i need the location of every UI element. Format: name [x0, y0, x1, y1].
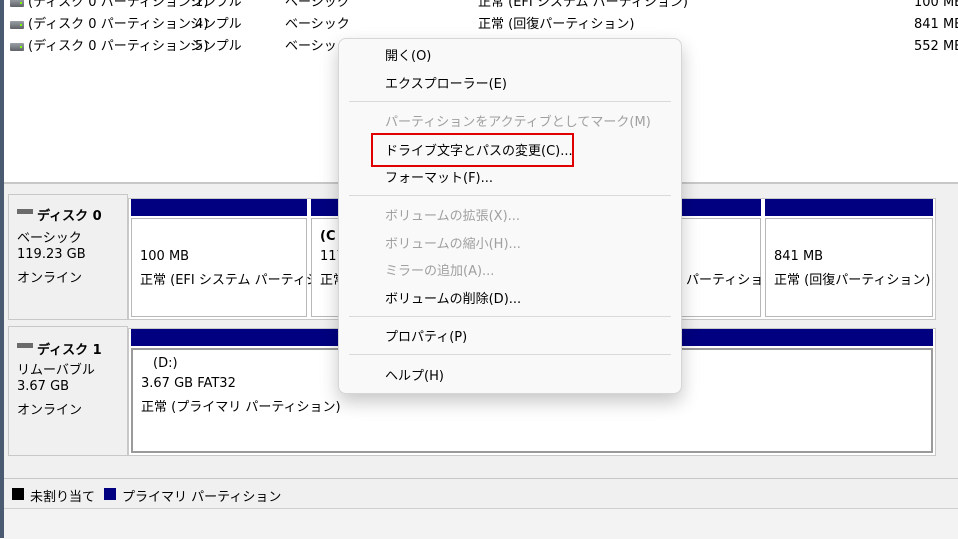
disk1-size: 3.67 GB	[17, 379, 70, 394]
menu-item-extend-volume[interactable]: ボリュームの拡張(X)...	[385, 207, 520, 227]
volume-status: 正常 (回復パーティション)	[478, 17, 635, 32]
volume-name: (ディスク 0 パーティション 4)	[28, 17, 209, 32]
drive-icon	[10, 21, 24, 29]
disk1-label[interactable]: ディスク 1 リムーバブル 3.67 GB オンライン	[8, 326, 128, 456]
partition-size: 100 MB	[140, 249, 190, 264]
menu-separator	[349, 316, 671, 317]
primary-swatch	[104, 488, 116, 500]
volume-capacity: 552 MB	[914, 39, 958, 54]
drive-icon	[10, 0, 24, 7]
legend: 未割り当て プライマリ パーティション	[4, 478, 958, 509]
partition-label: (C	[320, 229, 336, 244]
volume-layout: シンプル	[190, 0, 242, 10]
partition-bar	[131, 199, 307, 216]
menu-item-delete-volume[interactable]: ボリュームの削除(D)...	[385, 290, 521, 310]
volume-status: 正常 (EFI システム パーティション)	[478, 0, 688, 10]
unallocated-swatch	[12, 488, 24, 500]
volume-type: ベーシック	[285, 17, 350, 32]
menu-separator	[349, 101, 671, 102]
volume-name: (ディスク 0 パーティション 5)	[28, 39, 209, 54]
menu-separator	[349, 354, 671, 355]
disk0-size: 119.23 GB	[17, 247, 86, 262]
volume-capacity: 100 MB	[914, 0, 958, 10]
status-bar	[4, 508, 958, 539]
volume-row[interactable]: (ディスク 0 パーティション 1) シンプル ベーシック 正常 (EFI シス…	[4, 0, 958, 14]
disk1-type: リムーバブル	[17, 363, 95, 378]
volume-capacity: 841 MB	[914, 17, 958, 32]
menu-item-format[interactable]: フォーマット(F)...	[385, 169, 493, 189]
menu-item-properties[interactable]: プロパティ(P)	[385, 328, 467, 348]
partition-recovery[interactable]: 841 MB 正常 (回復パーティション)	[765, 199, 933, 317]
partition-size: 3.67 GB FAT32	[141, 376, 236, 391]
drive-icon	[10, 43, 24, 51]
disk-icon	[17, 209, 33, 214]
partition-status: 正常 (EFI システム パーティシ	[140, 273, 319, 288]
volume-type: ベーシック	[285, 0, 350, 10]
partition-status: 正常 (プライマリ パーティション)	[141, 400, 341, 415]
disk-icon	[17, 343, 33, 348]
menu-item-add-mirror[interactable]: ミラーの追加(A)...	[385, 262, 494, 282]
disk0-type: ベーシック	[17, 231, 82, 246]
disk0-label[interactable]: ディスク 0 ベーシック 119.23 GB オンライン	[8, 194, 128, 320]
partition-size: 841 MB	[774, 249, 824, 264]
legend-unallocated: 未割り当て	[30, 490, 96, 505]
context-menu: 開く(O) エクスプローラー(E) パーティションをアクティブとしてマーク(M)…	[338, 38, 682, 394]
disk0-title: ディスク 0	[37, 209, 102, 224]
disk0-state: オンライン	[17, 271, 83, 286]
volume-row[interactable]: (ディスク 0 パーティション 4) シンプル ベーシック 正常 (回復パーティ…	[4, 14, 958, 36]
partition-efi[interactable]: 100 MB 正常 (EFI システム パーティシ	[131, 199, 319, 317]
menu-item-explorer[interactable]: エクスプローラー(E)	[385, 75, 507, 95]
disk1-state: オンライン	[17, 403, 83, 418]
disk1-title: ディスク 1	[37, 343, 102, 358]
volume-name: (ディスク 0 パーティション 1)	[28, 0, 209, 10]
partition-label: (D:)	[149, 356, 182, 371]
volume-layout: シンプル	[190, 17, 242, 32]
menu-item-mark-active[interactable]: パーティションをアクティブとしてマーク(M)	[385, 113, 651, 133]
partition-bar	[765, 199, 933, 216]
partition-status: 正常 (回復パーティション)	[774, 273, 931, 288]
menu-item-open[interactable]: 開く(O)	[385, 47, 431, 67]
volume-layout: シンプル	[190, 39, 242, 54]
menu-separator	[349, 195, 671, 196]
highlight-box	[371, 133, 574, 167]
menu-item-help[interactable]: ヘルプ(H)	[385, 367, 444, 387]
menu-item-shrink-volume[interactable]: ボリュームの縮小(H)...	[385, 235, 521, 255]
legend-primary: プライマリ パーティション	[122, 490, 282, 505]
